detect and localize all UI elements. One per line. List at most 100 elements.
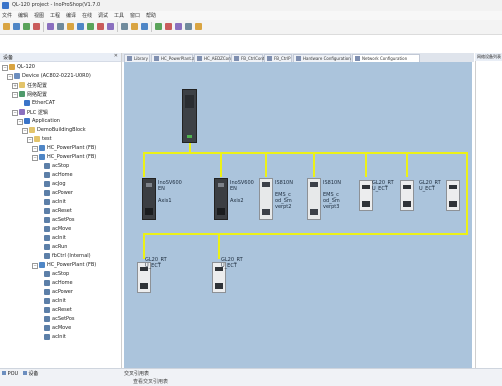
io-module-is810n[interactable] (259, 178, 273, 220)
tab-device[interactable]: 设备 (28, 371, 38, 377)
paste-icon[interactable] (87, 23, 94, 30)
menu-help[interactable]: 帮助 (146, 12, 156, 19)
menu-build[interactable]: 编译 (66, 12, 76, 19)
tree-item-label: acInit (52, 199, 66, 205)
collapse-icon[interactable]: − (7, 74, 13, 80)
tree-item[interactable]: − test (27, 136, 137, 143)
action-icon (44, 226, 50, 232)
tree-item-label: acPower (52, 289, 73, 295)
tree-item-label: acPower (52, 190, 73, 196)
device-panel-header: 设备 ✕ (0, 53, 121, 62)
menu-file[interactable]: 文件 (2, 12, 12, 19)
tree-item-label: fbCtrl (Internal) (52, 253, 91, 259)
breakpoint-icon[interactable] (195, 23, 202, 30)
menu-project[interactable]: 工程 (50, 12, 60, 19)
editor-tab[interactable]: HC_AEDZControl (194, 54, 237, 62)
right-panel-title: 网络设备列表 (477, 54, 501, 59)
servo-drive-axis1[interactable] (142, 178, 156, 220)
redo-icon[interactable] (57, 23, 64, 30)
editor-tab[interactable]: HC_PowerPlant.acInitis (151, 54, 206, 62)
action-icon (44, 181, 50, 187)
new-icon[interactable] (3, 23, 10, 30)
step-icon[interactable] (185, 23, 192, 30)
tree-item[interactable]: − DemoBuildingBlock (22, 127, 132, 134)
folder-icon (34, 136, 40, 142)
undo-icon[interactable] (47, 23, 54, 30)
action-icon (44, 235, 50, 241)
tree-item-label: acMove (52, 226, 72, 232)
device-label: IS810N EMS_c od_Sm verpt2 (275, 180, 293, 210)
ethercat-bus-line (143, 233, 468, 235)
plc-master-device[interactable] (182, 89, 197, 143)
tree-item[interactable]: − PLC 逻辑 (12, 109, 122, 116)
login-icon[interactable] (131, 23, 138, 30)
network-canvas[interactable] (124, 62, 472, 368)
tab-label: Network Configuration (362, 56, 408, 61)
collapse-icon[interactable]: − (2, 65, 8, 71)
logout-icon[interactable] (141, 23, 148, 30)
device-label: GL20_RT U_ECT (419, 180, 441, 192)
pou-tab-icon (2, 371, 6, 375)
menu-edit[interactable]: 编辑 (18, 12, 28, 19)
editor-tab[interactable]: FB_CtrlP (264, 54, 292, 62)
menu-online[interactable]: 在线 (82, 12, 92, 19)
save-icon[interactable] (23, 23, 30, 30)
collapse-icon[interactable]: − (22, 128, 28, 134)
find-icon[interactable] (107, 23, 114, 30)
coupler-gl20-rtu[interactable] (400, 180, 414, 211)
run-icon[interactable] (155, 23, 162, 30)
action-icon (44, 316, 50, 322)
tree-item[interactable]: − QL-120 (2, 64, 112, 71)
tab-icon (154, 56, 159, 61)
tab-pou[interactable]: POU (8, 371, 19, 377)
device-panel-title: 设备 (3, 55, 14, 61)
tree-item[interactable]: EtherCAT (17, 100, 127, 107)
tree-item[interactable]: − Application (17, 118, 127, 125)
pou-icon (39, 262, 45, 268)
tab-icon (127, 56, 132, 61)
print-icon[interactable] (33, 23, 40, 30)
editor-tab[interactable]: FB_CtrlControl (231, 54, 270, 62)
editor-tab[interactable]: Hardware Configuration (293, 54, 351, 62)
tree-item[interactable]: + 任务配置 (12, 82, 122, 89)
menu-window[interactable]: 窗口 (130, 12, 140, 19)
action-icon (44, 190, 50, 196)
coupler-gl20-rtu[interactable] (446, 180, 460, 211)
menu-debug[interactable]: 调试 (98, 12, 108, 19)
tab-icon (296, 56, 301, 61)
tree-item-label: acSetPos (52, 217, 75, 223)
collapse-icon[interactable]: − (32, 146, 38, 152)
logic-icon (19, 109, 25, 115)
servo-drive-axis2[interactable] (214, 178, 228, 220)
device-label: InoSV600 EN Axis1 (158, 180, 182, 204)
io-module-is810n[interactable] (307, 178, 321, 220)
coupler-gl20-rtu[interactable] (359, 180, 373, 211)
reset-icon[interactable] (175, 23, 182, 30)
tree-item[interactable]: − Device (AC802-0221-U0R0) (7, 73, 117, 80)
expand-icon[interactable]: + (12, 83, 18, 89)
tree-item-label: acHome (52, 280, 73, 286)
open-icon[interactable] (13, 23, 20, 30)
editor-tab[interactable]: Library (124, 54, 150, 62)
stop-icon[interactable] (165, 23, 172, 30)
build-icon[interactable] (121, 23, 128, 30)
collapse-icon[interactable]: − (12, 92, 18, 98)
action-icon (44, 208, 50, 214)
collapse-icon[interactable]: − (27, 137, 33, 143)
copy-icon[interactable] (77, 23, 84, 30)
collapse-icon[interactable]: − (17, 119, 23, 125)
panel-close-icon[interactable]: ✕ (114, 53, 118, 59)
tree-item-label: acMove (52, 325, 72, 331)
tree-item-label: acReset (52, 307, 72, 313)
tree-item-label: HC_PowerPlant (FB) (47, 145, 97, 151)
menu-view[interactable]: 视图 (34, 12, 44, 19)
collapse-icon[interactable]: − (12, 110, 18, 116)
cut-icon[interactable] (67, 23, 74, 30)
tree-item[interactable]: − 网络配置 (12, 91, 122, 98)
collapse-icon[interactable]: − (32, 263, 38, 269)
menu-tools[interactable]: 工具 (114, 12, 124, 19)
delete-icon[interactable] (97, 23, 104, 30)
editor-tab[interactable]: Network Configuration (352, 54, 420, 62)
collapse-icon[interactable]: − (32, 155, 38, 161)
bus-drop-line (218, 233, 220, 259)
